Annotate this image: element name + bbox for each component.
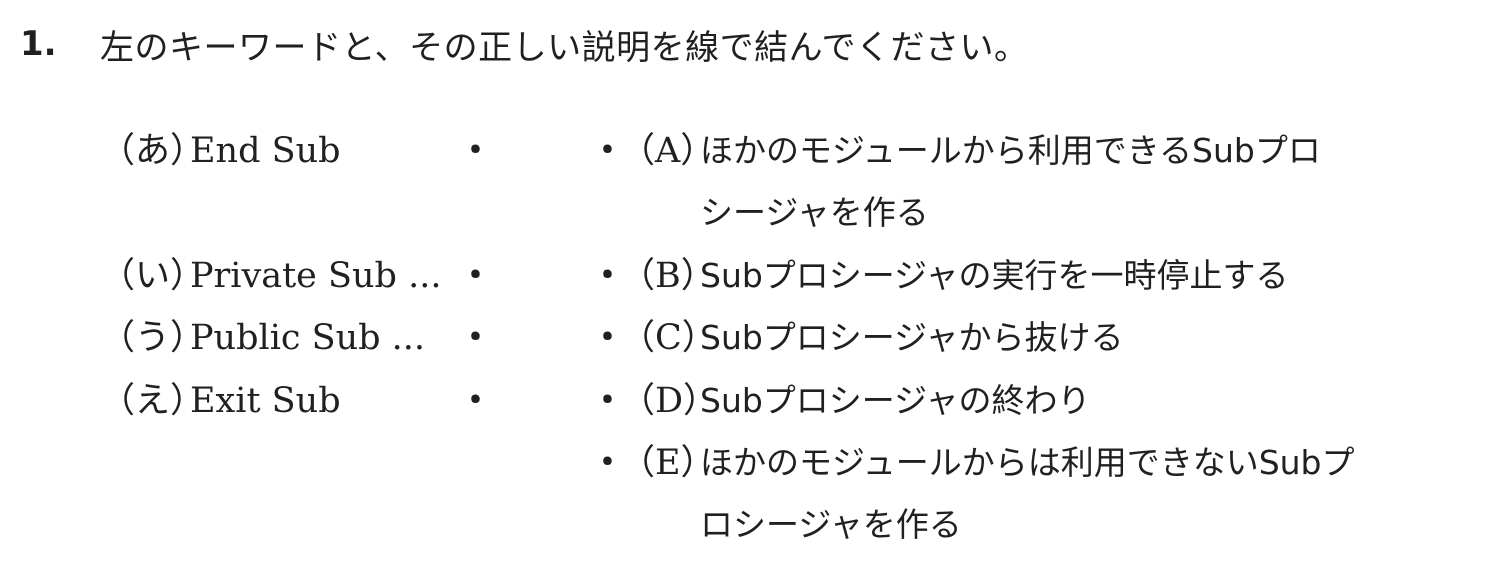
keyword-connector-dot[interactable]: ・ <box>458 126 493 176</box>
match-row-1: （あ） End Sub ・ ・ （A） ほかのモジュールから利用できるSubプロ <box>0 126 1495 176</box>
keyword-connector-dot[interactable]: ・ <box>458 251 493 301</box>
keyword-text-public-sub: Public Sub ... <box>190 318 426 358</box>
match-row-5: ・ （E） ほかのモジュールからは利用できないSubプ <box>0 438 1495 488</box>
keyword-connector-dot[interactable]: ・ <box>458 376 493 426</box>
keyword-text-end-sub: End Sub <box>190 131 341 171</box>
match-row-2: （い） Private Sub ... ・ ・ （B） Subプロシージャの実行… <box>0 251 1495 301</box>
definition-text-c: Subプロシージャから抜ける <box>700 318 1124 357</box>
match-row-3: （う） Public Sub ... ・ ・ （C） Subプロシージャから抜け… <box>0 313 1495 363</box>
question-header: 1. 左のキーワードと、その正しい説明を線で結んでください。 <box>20 18 1028 70</box>
keyword-label-i: （い） <box>100 256 206 296</box>
question-number: 1. <box>20 24 57 64</box>
keyword-label-u: （う） <box>100 318 206 358</box>
keyword-label-e: （え） <box>100 381 206 421</box>
definition-text-a: ほかのモジュールから利用できるSubプロ <box>700 131 1321 170</box>
definition-text-a-continuation: シージャを作る <box>700 193 929 232</box>
keyword-text-private-sub: Private Sub ... <box>190 256 442 296</box>
keyword-connector-dot[interactable]: ・ <box>458 313 493 363</box>
keyword-text-exit-sub: Exit Sub <box>190 381 341 421</box>
definition-text-e: ほかのモジュールからは利用できないSubプ <box>700 443 1355 482</box>
match-row-4: （え） Exit Sub ・ ・ （D） Subプロシージャの終わり <box>0 376 1495 426</box>
definition-text-d: Subプロシージャの終わり <box>700 381 1091 420</box>
definition-text-b: Subプロシージャの実行を一時停止する <box>700 256 1289 295</box>
match-row-5-continuation: ロシージャを作る <box>0 500 1495 550</box>
definition-text-e-continuation: ロシージャを作る <box>700 505 962 544</box>
question-text: 左のキーワードと、その正しい説明を線で結んでください。 <box>100 27 1029 68</box>
match-row-1-continuation: シージャを作る <box>0 188 1495 238</box>
keyword-label-a: （あ） <box>100 131 206 171</box>
